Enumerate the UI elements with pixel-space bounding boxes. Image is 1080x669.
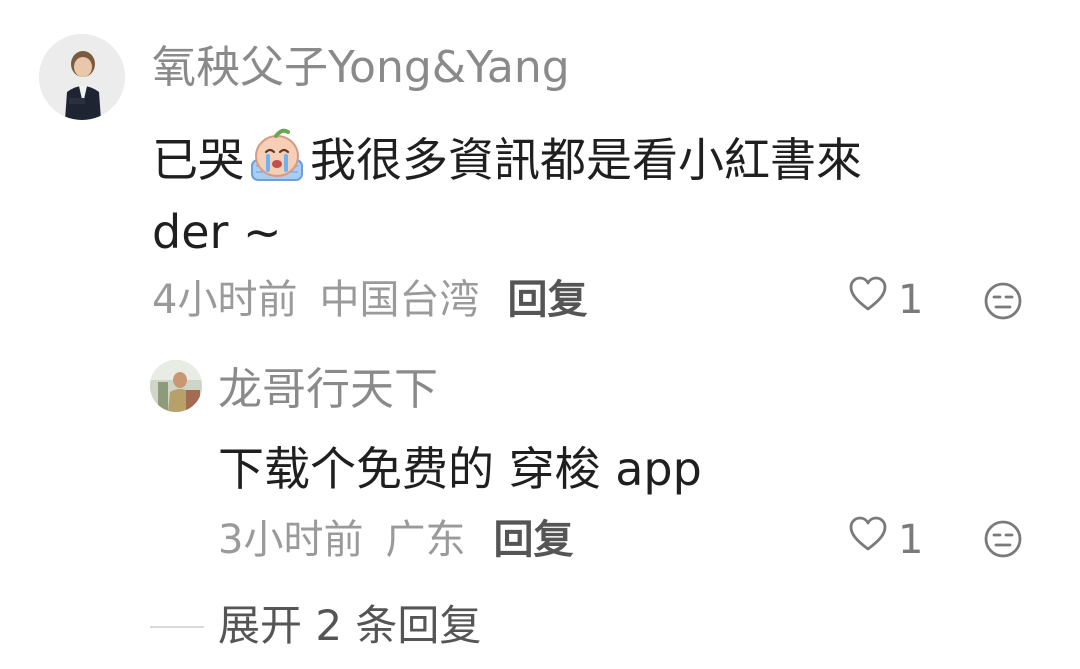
unamused-face-icon[interactable]: [983, 281, 1023, 321]
comment-reply-button[interactable]: 回复: [507, 277, 587, 323]
avatar[interactable]: [39, 34, 125, 120]
crying-face-emoji-icon: [246, 126, 308, 188]
unamused-face-icon[interactable]: [983, 519, 1023, 559]
reply-meta: 3小时前 广东 回复: [218, 512, 573, 568]
expand-replies-button[interactable]: 展开 2 条回复: [218, 598, 481, 654]
heart-outline-icon: [848, 272, 888, 328]
comment-location: 中国台湾: [319, 277, 480, 323]
reply-avatar[interactable]: [150, 360, 202, 412]
divider: [150, 626, 204, 628]
reply-time: 3小时前: [218, 517, 364, 563]
reply-text: 下载个免费的 穿梭 app: [218, 442, 702, 496]
reply-username[interactable]: 龙哥行天下: [218, 360, 438, 420]
comment-time: 4小时前: [152, 277, 298, 323]
comment-username[interactable]: 氧秧父子Yong&Yang: [152, 38, 570, 98]
comment-text-part-2: 我很多資訊都是看小紅書來: [310, 133, 862, 187]
comment-meta: 4小时前 中国台湾 回复: [152, 272, 587, 328]
comment-text-part-1: 已哭: [152, 133, 244, 187]
comment-text: 已哭 我很多資訊都是看小紅書來 der ~: [152, 124, 1032, 268]
heart-outline-icon: [848, 512, 888, 568]
comment-like-count: 1: [898, 277, 924, 323]
reply-like-count: 1: [898, 517, 924, 563]
reply-location: 广东: [385, 517, 466, 563]
comment-text-line-2: der ~: [152, 205, 282, 259]
reply-reply-button[interactable]: 回复: [493, 517, 573, 563]
comment-like-button[interactable]: 1: [848, 272, 923, 328]
reply-like-button[interactable]: 1: [848, 512, 923, 568]
